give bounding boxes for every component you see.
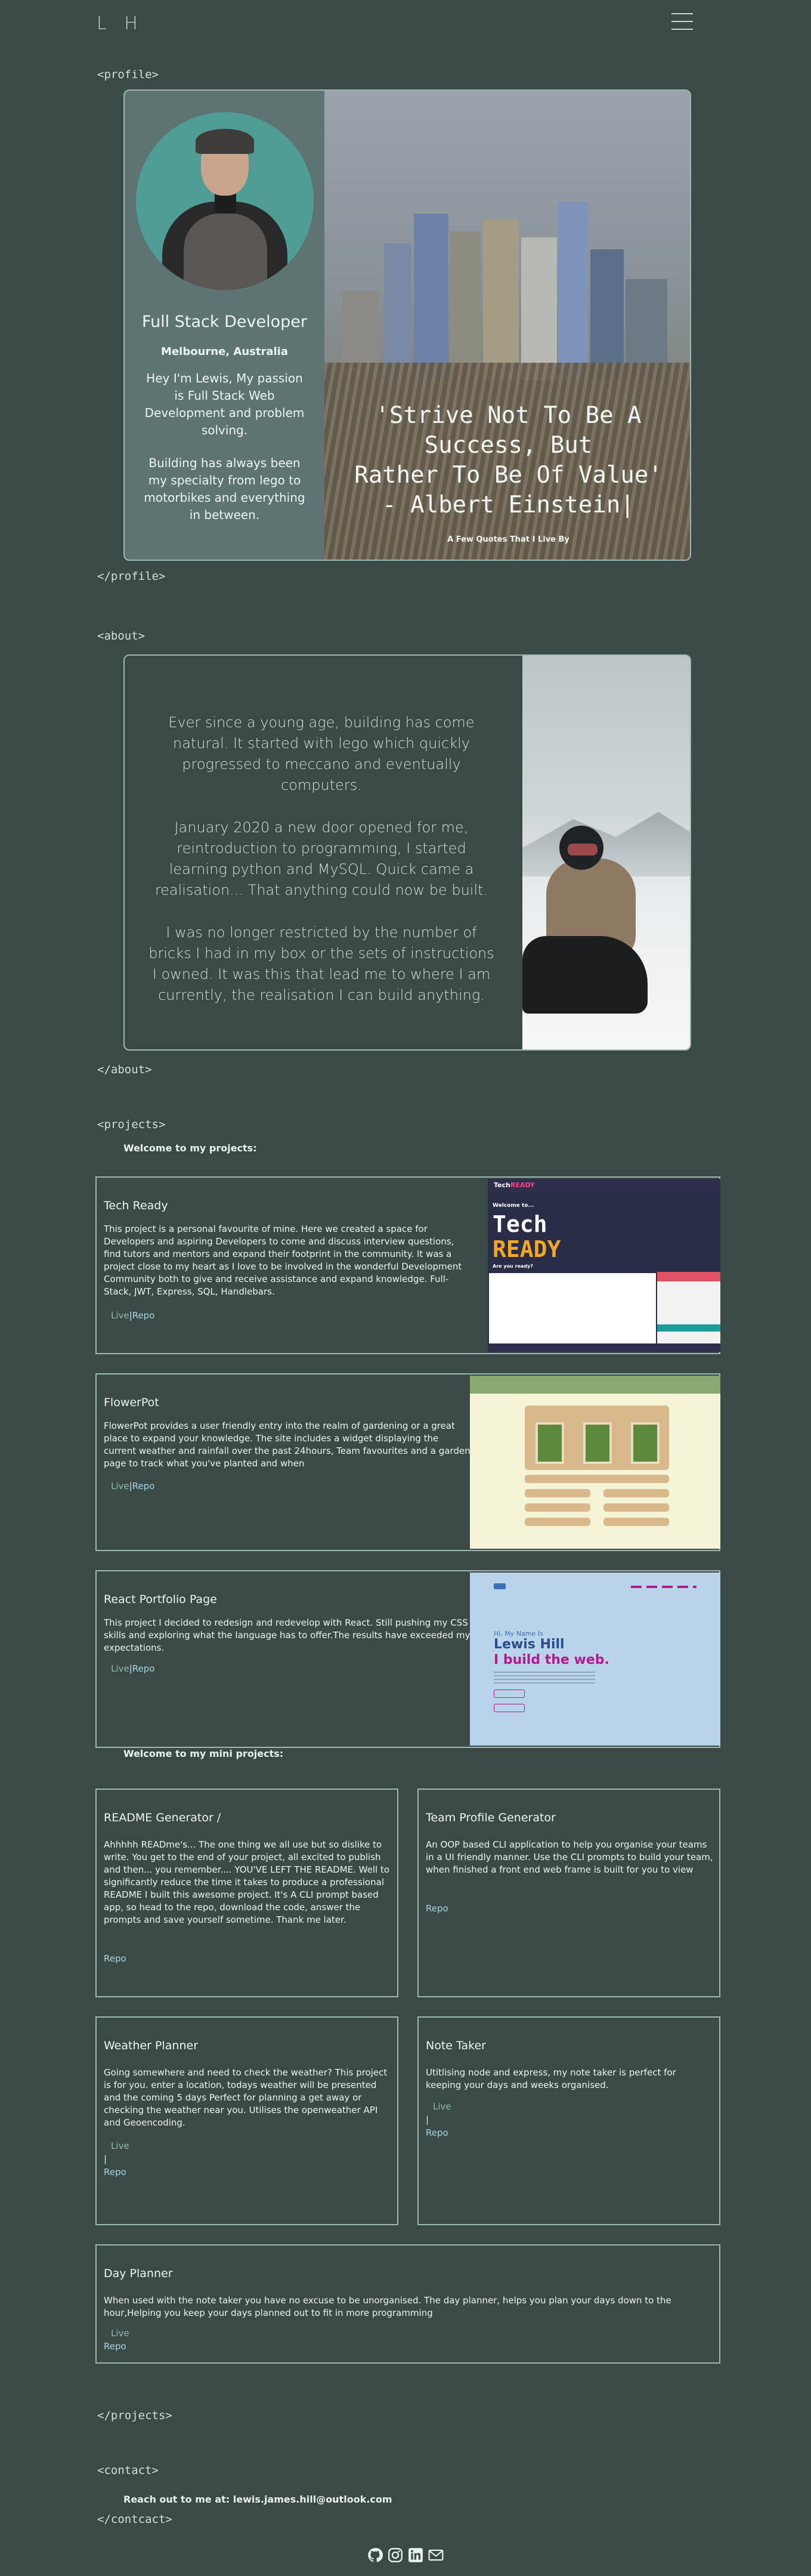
- flowerpot-screenshot: [470, 1376, 720, 1549]
- quote-line: 'Strive Not To Be A Success, But: [375, 402, 642, 459]
- contact-email-text[interactable]: Reach out to me at: lewis.james.hill@out…: [123, 2494, 392, 2505]
- link-separator: |: [426, 2114, 429, 2125]
- contact-close-tag: </contcact>: [97, 2513, 172, 2526]
- quote-caption: A Few Quotes That I Live By: [447, 535, 569, 544]
- mini-card-team-profile: Team Profile Generator An OOP based CLI …: [417, 1789, 720, 1997]
- project-card-tech-ready: Tech Ready This project is a personal fa…: [95, 1176, 720, 1354]
- profile-close-tag: </profile>: [97, 570, 166, 583]
- tech-ready-logo: TechREADY: [494, 1181, 535, 1189]
- profile-open-tag: <profile>: [97, 68, 159, 81]
- project-title: Tech Ready: [104, 1199, 168, 1212]
- about-text: Ever since a young age, building has com…: [148, 712, 494, 1027]
- project-card-flowerpot: FlowerPot FlowerPot provides a user frie…: [95, 1373, 720, 1551]
- tech-ready-logo-a: Tech: [494, 1181, 510, 1189]
- quote-line: - Albert Einstein|: [382, 492, 634, 518]
- about-paragraph: January 2020 a new door opened for me, r…: [154, 819, 488, 898]
- profile-left-panel: Full Stack Developer Melbourne, Australi…: [125, 91, 324, 560]
- mini-description: Ahhhhh READme's... The one thing we all …: [104, 1839, 389, 1925]
- city-background-image: 'Strive Not To Be A Success, But Rather …: [324, 91, 690, 560]
- projects-close-tag: </projects>: [97, 2409, 172, 2422]
- mini-title: README Generator /: [104, 1811, 221, 1824]
- hamburger-menu-icon[interactable]: [671, 13, 693, 31]
- mini-card-weather-planner: Weather Planner Going somewhere and need…: [95, 2016, 398, 2225]
- site-logo[interactable]: L H: [97, 13, 144, 34]
- contact-open-tag: <contact>: [97, 2464, 159, 2477]
- tech-ready-logo-b: READY: [510, 1181, 535, 1189]
- location-text: Melbourne, Australia: [161, 345, 288, 358]
- quote-text: 'Strive Not To Be A Success, But Rather …: [324, 401, 690, 520]
- live-link[interactable]: Live: [111, 1310, 129, 1321]
- mini-description: When used with the note taker you have n…: [104, 2295, 671, 2318]
- mini-description: Going somewhere and need to check the we…: [104, 2067, 388, 2128]
- project-links: Live|Repo: [111, 1663, 154, 1674]
- mini-title: Weather Planner: [104, 2039, 199, 2052]
- repo-link[interactable]: Repo: [104, 2341, 126, 2352]
- mini-card-note-taker: Note Taker Utitlising node and express, …: [417, 2016, 720, 2225]
- link-separator: |: [104, 2154, 107, 2164]
- intro-paragraph: Hey I'm Lewis, My passion is Full Stack …: [144, 371, 305, 437]
- project-description: This project is a personal favourite of …: [104, 1224, 462, 1297]
- instagram-icon[interactable]: [388, 2547, 403, 2563]
- mini-description: An OOP based CLI application to help you…: [426, 1839, 713, 1875]
- mini-title: Day Planner: [104, 2267, 173, 2280]
- tech-ready-screenshot: TechREADY Welcome to... Tech READY Are y…: [488, 1179, 720, 1352]
- intro-text: Hey I'm Lewis, My passion is Full Stack …: [125, 370, 324, 524]
- live-link[interactable]: Live: [111, 2328, 129, 2339]
- mini-card-readme-generator: README Generator / Ahhhhh READme's... Th…: [95, 1789, 398, 1997]
- mini-projects-welcome: Welcome to my mini projects:: [123, 1748, 284, 1759]
- about-paragraph: I was no longer restricted by the number…: [148, 924, 494, 1003]
- repo-link[interactable]: Repo: [132, 1310, 155, 1321]
- linkedin-icon[interactable]: [408, 2547, 423, 2563]
- mini-description: Utitlising node and express, my note tak…: [426, 2067, 676, 2090]
- react-portfolio-screenshot: Hi, My Name Is Lewis Hill I build the we…: [470, 1573, 720, 1746]
- live-link[interactable]: Live: [111, 1663, 129, 1674]
- quote-line: Rather To Be Of Value': [354, 462, 663, 489]
- repo-link[interactable]: Repo: [426, 1903, 448, 1914]
- email-icon[interactable]: [428, 2547, 444, 2563]
- projects-welcome: Welcome to my projects:: [123, 1142, 257, 1154]
- live-link[interactable]: Live: [433, 2101, 451, 2112]
- tech-ready-heading: Tech: [493, 1211, 547, 1237]
- project-title: FlowerPot: [104, 1396, 159, 1409]
- project-title: React Portfolio Page: [104, 1593, 217, 1606]
- repo-link[interactable]: Repo: [426, 2127, 448, 2138]
- about-open-tag: <about>: [97, 629, 146, 643]
- live-link[interactable]: Live: [111, 1481, 129, 1491]
- mini-card-day-planner: Day Planner When used with the note take…: [95, 2244, 720, 2364]
- intro-paragraph: Building has always been my specialty fr…: [144, 456, 305, 522]
- project-links: Live|Repo: [111, 1481, 154, 1491]
- react-portfolio-name: Lewis Hill: [494, 1637, 565, 1652]
- snowboarder-photo: [522, 656, 690, 1049]
- mini-title: Team Profile Generator: [426, 1811, 556, 1824]
- repo-link[interactable]: Repo: [132, 1663, 155, 1674]
- repo-link[interactable]: Repo: [132, 1481, 155, 1491]
- about-close-tag: </about>: [97, 1063, 152, 1076]
- mini-title: Note Taker: [426, 2039, 486, 2052]
- project-description: This project I decided to redesign and r…: [104, 1617, 470, 1653]
- repo-link[interactable]: Repo: [104, 1953, 126, 1964]
- project-links: Live|Repo: [111, 1310, 154, 1321]
- avatar: [135, 112, 314, 290]
- live-link[interactable]: Live: [111, 2141, 129, 2151]
- profile-card: Full Stack Developer Melbourne, Australi…: [123, 89, 691, 561]
- react-portfolio-tagline: I build the web.: [494, 1653, 609, 1667]
- role-title: Full Stack Developer: [142, 313, 307, 331]
- tech-ready-tagline: Are you ready?: [493, 1264, 533, 1269]
- about-paragraph: Ever since a young age, building has com…: [168, 714, 475, 793]
- tech-ready-welcome: Welcome to...: [493, 1203, 534, 1209]
- tech-ready-heading-accent: READY: [493, 1236, 561, 1262]
- about-card: Ever since a young age, building has com…: [123, 654, 691, 1051]
- top-bar: L H: [0, 0, 811, 48]
- project-card-react-portfolio: React Portfolio Page This project I deci…: [95, 1570, 720, 1748]
- repo-link[interactable]: Repo: [104, 2167, 126, 2177]
- project-description: FlowerPot provides a user friendly entry…: [104, 1420, 470, 1469]
- projects-open-tag: <projects>: [97, 1118, 166, 1131]
- github-icon[interactable]: [367, 2547, 383, 2563]
